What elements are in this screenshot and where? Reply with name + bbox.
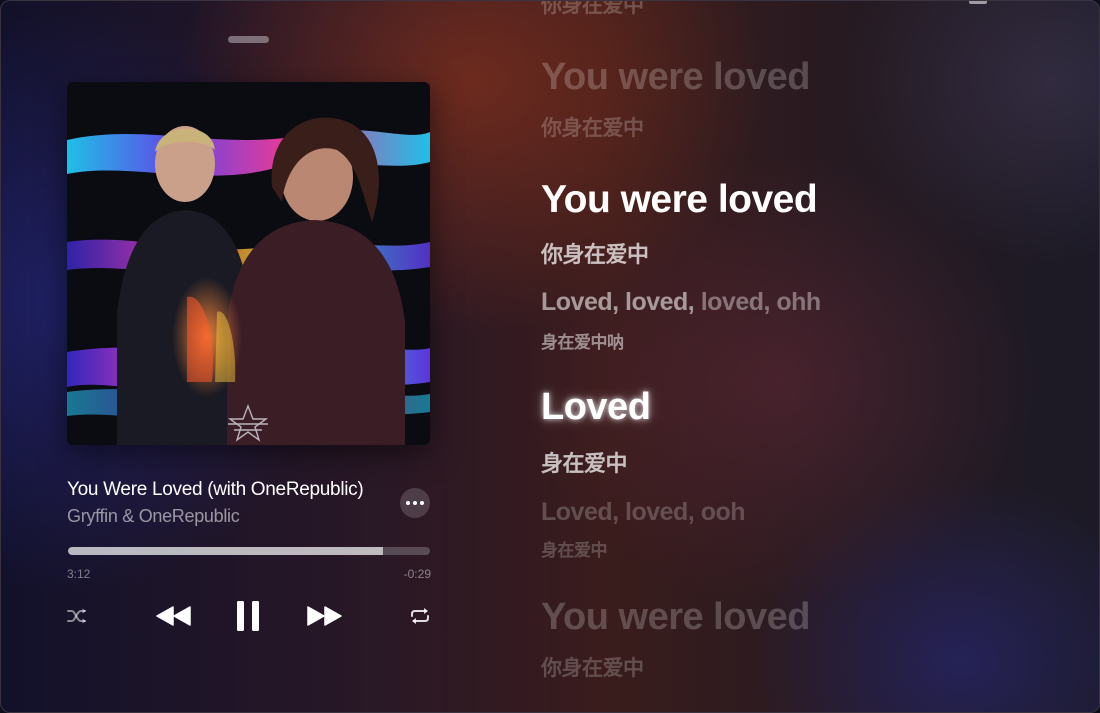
drag-handle[interactable] bbox=[228, 36, 269, 43]
lyric-line[interactable]: Loved, loved, ooh bbox=[541, 498, 746, 527]
track-artist[interactable]: Gryffin & OneRepublic bbox=[67, 506, 240, 527]
repeat-icon bbox=[411, 608, 429, 624]
next-button[interactable] bbox=[304, 602, 344, 630]
lyric-line[interactable]: You were loved bbox=[541, 56, 810, 99]
shuffle-button[interactable] bbox=[65, 605, 89, 627]
lyric-translation: 你身在爱中 bbox=[541, 0, 644, 17]
album-artwork bbox=[67, 82, 430, 445]
lyric-line[interactable]: You were loved bbox=[541, 596, 810, 639]
rewind-icon bbox=[156, 606, 191, 626]
lyric-translation: 你身在爱中 bbox=[541, 117, 644, 140]
lyric-sung-part: Loved, loved, bbox=[541, 288, 701, 316]
time-elapsed: 3:12 bbox=[67, 567, 91, 581]
pause-button[interactable] bbox=[231, 598, 265, 634]
lyric-translation: 你身在爱中 bbox=[541, 657, 644, 680]
lyric-translation: 身在爱中 bbox=[541, 541, 608, 560]
now-playing-window: You Were Loved (with OneRepublic) Gryffi… bbox=[0, 0, 1100, 713]
previous-button[interactable] bbox=[154, 602, 194, 630]
lyrics-panel[interactable]: 你身在爱中 You were loved 你身在爱中 You were love… bbox=[541, 0, 1081, 712]
lyric-translation: 身在爱中 bbox=[541, 451, 628, 476]
lyric-translation: 身在爱中呐 bbox=[541, 333, 624, 352]
lyric-line[interactable]: Loved, loved, loved, ohh bbox=[541, 288, 821, 317]
pause-icon bbox=[237, 601, 259, 631]
lyric-unsung-part: loved, ohh bbox=[700, 288, 822, 316]
progress-scrubber[interactable] bbox=[68, 547, 430, 555]
more-options-button[interactable] bbox=[400, 488, 430, 518]
time-remaining: -0:29 bbox=[403, 567, 431, 581]
progress-fill bbox=[68, 547, 383, 555]
lyric-line-active[interactable]: You were loved bbox=[541, 178, 818, 222]
lyric-line-highlight[interactable]: Loved bbox=[541, 386, 651, 429]
ellipsis-icon bbox=[406, 501, 410, 505]
track-title[interactable]: You Were Loved (with OneRepublic) bbox=[67, 479, 364, 501]
lyric-translation-active: 你身在爱中 bbox=[541, 242, 649, 267]
repeat-button[interactable] bbox=[408, 605, 432, 627]
fast-forward-icon bbox=[307, 606, 342, 626]
album-artwork-image bbox=[67, 82, 430, 445]
shuffle-icon bbox=[67, 608, 86, 624]
